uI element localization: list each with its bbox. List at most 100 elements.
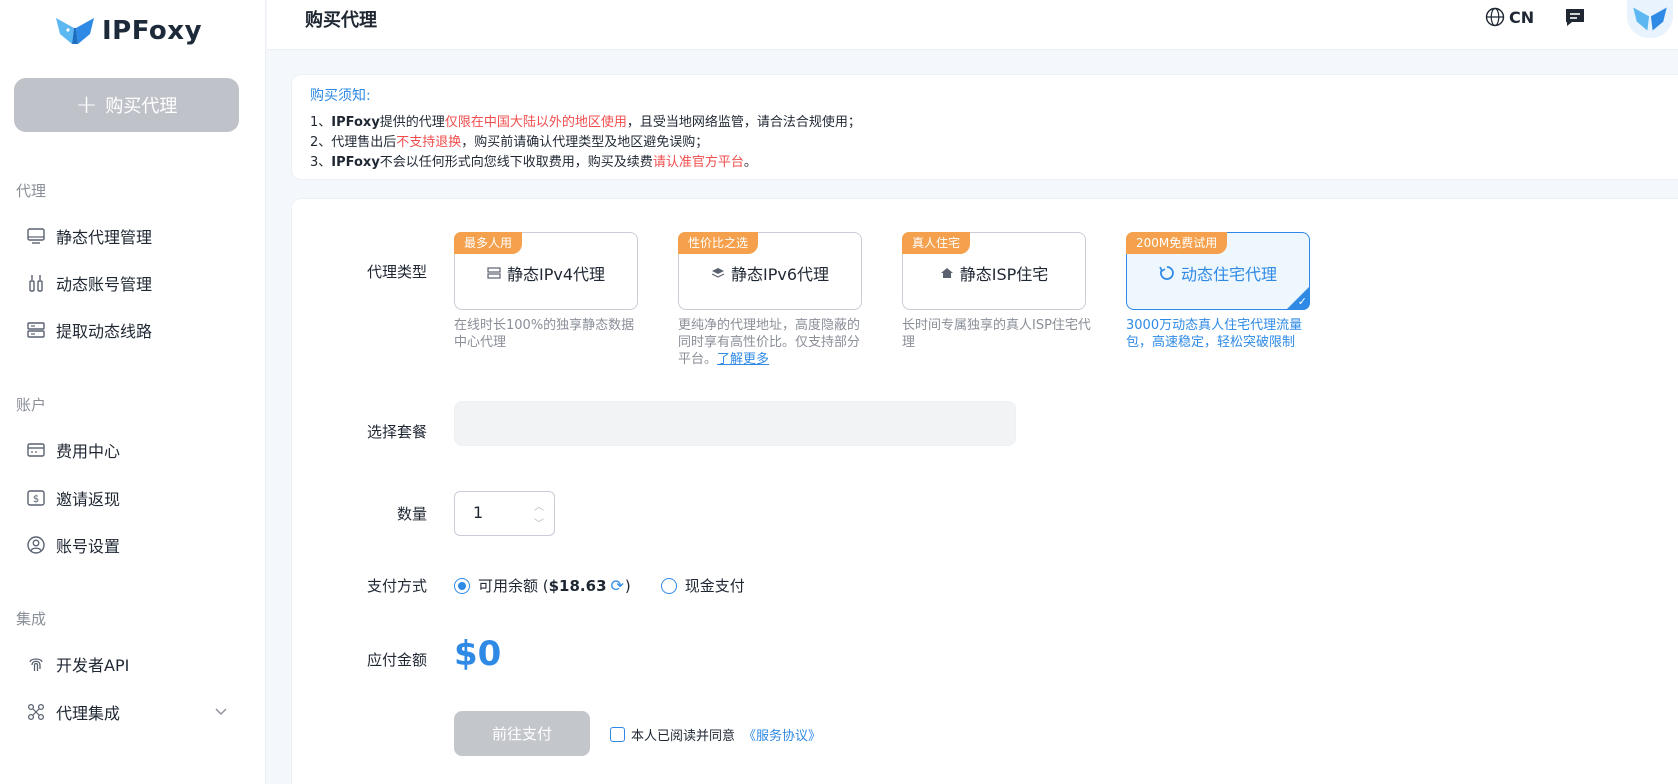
label-proxy-type: 代理类型 <box>366 263 427 281</box>
proxy-type-desc: 在线时长100%的独享静态数据中心代理 <box>454 318 635 350</box>
radio-cash[interactable] <box>660 577 677 594</box>
cash-label: 现金支付 <box>684 577 745 595</box>
proxy-type-desc: 更纯净的代理地址，高度隐蔽的同时享有高性价比。仅支持部分平台。了解更多 <box>678 317 868 368</box>
plug-icon <box>26 273 46 293</box>
proxy-type-static-ipv6[interactable]: 性价比之选 静态IPv6代理 <box>678 232 862 310</box>
sidebar-item-label: 开发者API <box>56 656 130 675</box>
notice-brand: IPFoxy <box>331 155 380 170</box>
proxy-type-title: 静态ISP住宅 <box>903 261 1085 285</box>
sidebar-item-label: 提取动态线路 <box>56 322 153 341</box>
proxy-type-tag: 最多人用 <box>454 232 523 254</box>
check-icon: ✓ <box>1297 295 1307 308</box>
sidebar-item-label: 代理集成 <box>56 704 121 723</box>
notice-text: 提供的代理 <box>379 115 445 130</box>
notice-warning: 不支持退换 <box>396 135 462 150</box>
radio-balance[interactable] <box>454 577 470 594</box>
notice-text: ，购买前请确认代理类型及地区避免误购； <box>461 135 709 150</box>
notice-line-1: 1、IPFoxy提供的代理仅限在中国大陆以外的地区使用，且受当地网络监管，请合法… <box>310 113 1672 133</box>
refresh-icon[interactable]: ⟳ <box>611 576 624 595</box>
pay-button[interactable]: 前往支付 <box>454 711 590 756</box>
dollar-box-icon: $ <box>26 488 46 508</box>
agree-text: 本人已阅读并同意 <box>631 729 736 744</box>
page-title: 购买代理 <box>305 10 377 31</box>
proxy-type-title-text: 静态ISP住宅 <box>959 265 1049 284</box>
balance-label: 可用余额 ( <box>478 577 549 595</box>
chat-icon <box>1566 9 1584 26</box>
fox-logo-icon <box>56 18 94 44</box>
proxy-type-title-text: 动态住宅代理 <box>1180 265 1277 284</box>
sidebar-item-label: 账号设置 <box>56 537 121 556</box>
fox-avatar-icon <box>1633 7 1667 31</box>
top-header: 购买代理 CN <box>267 0 1678 50</box>
nav-section-integration: 集成 <box>16 610 47 628</box>
sidebar-item-static-proxy[interactable]: 静态代理管理 <box>26 222 152 250</box>
credit-card-icon <box>26 440 46 460</box>
notice-title: 购买须知: <box>310 88 371 104</box>
proxy-type-static-isp[interactable]: 真人住宅 静态ISP住宅 <box>902 232 1086 310</box>
notice-line-2: 2、代理售出后不支持退换，购买前请确认代理类型及地区避免误购； <box>310 133 1672 153</box>
quantity-input[interactable] <box>473 503 523 522</box>
proxy-type-tag: 200M免费试用 <box>1126 232 1228 254</box>
notice-brand: IPFoxy <box>331 115 380 130</box>
sidebar-item-label: 动态账号管理 <box>56 275 153 294</box>
learn-more-link[interactable]: 了解更多 <box>717 352 769 367</box>
payment-cash-option[interactable]: 现金支付 <box>660 575 745 596</box>
proxy-type-title-text: 静态IPv6代理 <box>730 265 830 284</box>
language-switcher[interactable]: CN <box>1485 7 1534 27</box>
terms-of-service-link[interactable]: 《服务协议》 <box>743 725 821 744</box>
notice-text: ，且受当地网络监管，请合法合规使用； <box>626 115 861 130</box>
brand-logo[interactable]: IPFoxy <box>54 14 202 48</box>
agreement: 本人已阅读并同意 《服务协议》 <box>610 725 821 744</box>
monitor-icon <box>26 226 46 246</box>
buy-proxy-button[interactable]: + 购买代理 <box>14 78 239 132</box>
sidebar-item-dynamic-account[interactable]: 动态账号管理 <box>26 269 152 297</box>
sidebar-item-label: 邀请返现 <box>56 490 121 509</box>
chevron-up-icon[interactable]: ︿ <box>529 498 549 513</box>
notice-warning: 请认准官方平台 <box>652 155 744 170</box>
svg-text:$: $ <box>33 494 39 505</box>
amount-value: $0 <box>454 634 502 674</box>
chevron-down-icon[interactable] <box>214 702 228 721</box>
user-circle-icon <box>26 535 46 555</box>
globe-icon <box>1485 7 1505 27</box>
agree-checkbox[interactable] <box>610 727 625 742</box>
payment-balance-option[interactable]: 可用余额 ( $18.63 ⟳ ) <box>454 575 631 596</box>
proxy-type-title: 静态IPv6代理 <box>679 261 861 285</box>
nav-section-proxy: 代理 <box>16 182 47 200</box>
refresh-cycle-icon <box>1159 266 1174 280</box>
notice-text: 不会以任何形式向您线下收取费用，购买及续费 <box>379 155 653 170</box>
notice-warning: 仅限在中国大陆以外的地区使用 <box>444 115 627 130</box>
sidebar-item-proxy-integration[interactable]: 代理集成 <box>26 698 227 726</box>
proxy-type-title: 静态IPv4代理 <box>455 261 637 285</box>
proxy-type-tag: 性价比之选 <box>678 232 759 254</box>
fingerprint-icon <box>26 654 46 674</box>
label-payment: 支付方式 <box>366 577 427 595</box>
sidebar-item-extract-lines[interactable]: 提取动态线路 <box>26 316 152 344</box>
sidebar-item-account-settings[interactable]: 账号设置 <box>26 531 120 559</box>
proxy-type-static-ipv4[interactable]: 最多人用 静态IPv4代理 <box>454 232 638 310</box>
notice-text: 2、代理售出后 <box>310 135 397 150</box>
message-button[interactable] <box>1564 6 1586 32</box>
proxy-type-title: 动态住宅代理 <box>1127 261 1309 285</box>
proxy-type-title-text: 静态IPv4代理 <box>506 265 606 284</box>
sidebar-item-referral[interactable]: $ 邀请返现 <box>26 484 120 512</box>
sidebar-item-billing[interactable]: 费用中心 <box>26 436 120 464</box>
buy-proxy-label: 购买代理 <box>105 96 178 117</box>
proxy-type-tag: 真人住宅 <box>902 232 971 254</box>
notice-text: 3、 <box>310 155 332 170</box>
nav-section-account: 账户 <box>16 396 47 414</box>
proxy-type-dynamic-residential[interactable]: 200M免费试用 动态住宅代理 ✓ <box>1126 232 1310 310</box>
label-package: 选择套餐 <box>366 423 427 441</box>
sidebar-item-developer-api[interactable]: 开发者API <box>26 650 129 678</box>
proxy-type-desc: 长时间专属独享的真人ISP住宅代理 <box>902 318 1091 350</box>
proxy-type-desc: 3000万动态真人住宅代理流量包，高速稳定，轻松突破限制 <box>1126 318 1303 350</box>
layers-icon <box>711 268 725 278</box>
avatar[interactable] <box>1627 0 1673 38</box>
quantity-stepper[interactable]: ︿ ﹀ <box>454 491 555 536</box>
brand-name: IPFoxy <box>102 16 203 46</box>
language-label: CN <box>1509 7 1535 27</box>
chevron-down-icon[interactable]: ﹀ <box>529 515 549 530</box>
balance-value: $18.63 <box>548 576 607 595</box>
package-select[interactable] <box>454 401 1016 446</box>
purchase-notice: 购买须知: 1、IPFoxy提供的代理仅限在中国大陆以外的地区使用，且受当地网络… <box>291 74 1678 180</box>
